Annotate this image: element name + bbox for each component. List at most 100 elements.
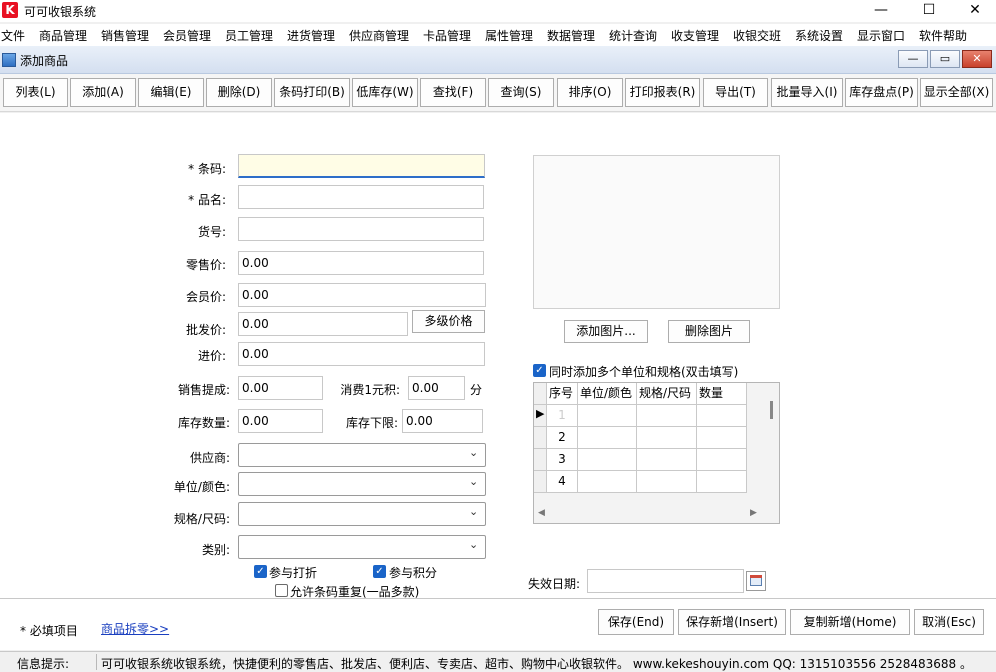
barcode-print-button[interactable]: 条码打印(B) <box>274 78 350 107</box>
menu-suppliers[interactable]: 供应商管理 <box>349 27 409 44</box>
menu-finance[interactable]: 收支管理 <box>671 27 719 44</box>
window-minimize-button[interactable]: — <box>858 0 904 22</box>
commission-label: 销售提成: <box>177 383 230 397</box>
menu-purchase[interactable]: 进货管理 <box>287 27 335 44</box>
spec-size-select[interactable]: ⌄ <box>238 502 486 526</box>
points-checkbox-label: 参与积分 <box>389 566 438 580</box>
unit-color-label: 单位/颜色: <box>173 480 230 494</box>
batch-import-button[interactable]: 批量导入(I) <box>771 78 843 107</box>
menu-shift[interactable]: 收银交班 <box>733 27 781 44</box>
export-button[interactable]: 导出(T) <box>703 78 768 107</box>
grid-row-index[interactable]: 3 <box>547 449 578 471</box>
points-unit-label: 分 <box>470 383 483 397</box>
grid-row-index[interactable]: 2 <box>547 427 578 449</box>
menu-window[interactable]: 显示窗口 <box>857 27 905 44</box>
add-image-button[interactable]: 添加图片... <box>564 320 648 343</box>
menu-file[interactable]: 文件 <box>1 27 25 44</box>
retail-price-input[interactable]: 0.00 <box>238 251 484 275</box>
grid-cell-spec[interactable] <box>637 449 697 471</box>
window-close-button[interactable]: ✕ <box>952 0 996 22</box>
min-stock-input[interactable]: 0.00 <box>402 409 483 433</box>
product-image-box[interactable] <box>533 155 780 309</box>
find-button[interactable]: 查找(F) <box>420 78 486 107</box>
multi-unit-checkbox[interactable]: ✓ <box>533 364 546 377</box>
edit-button[interactable]: 编辑(E) <box>138 78 204 107</box>
name-input[interactable] <box>238 185 484 209</box>
multi-unit-label: 同时添加多个单位和规格(双击填写) <box>549 365 739 379</box>
grid-cell-unit[interactable] <box>578 427 637 449</box>
menu-cards[interactable]: 卡品管理 <box>423 27 471 44</box>
calendar-icon[interactable] <box>746 571 766 591</box>
child-window-bar: 添加商品 — ▭ ✕ <box>0 46 996 74</box>
grid-cell-spec[interactable] <box>637 405 697 427</box>
menu-members[interactable]: 会员管理 <box>163 27 211 44</box>
save-new-button[interactable]: 保存新增(Insert) <box>678 609 786 635</box>
purchase-price-input[interactable]: 0.00 <box>238 342 485 366</box>
grid-cell-unit[interactable] <box>578 471 637 493</box>
commission-input[interactable]: 0.00 <box>238 376 323 400</box>
child-close-button[interactable]: ✕ <box>962 50 992 68</box>
grid-cell-quantity[interactable] <box>697 449 747 471</box>
grid-header-quantity: 数量 <box>697 383 747 405</box>
show-all-button[interactable]: 显示全部(X) <box>920 78 993 107</box>
wholesale-price-input[interactable]: 0.00 <box>238 312 408 336</box>
vertical-scrollbar-thumb[interactable] <box>770 401 773 419</box>
item-number-input[interactable] <box>238 217 484 241</box>
child-minimize-button[interactable]: — <box>898 50 928 68</box>
expire-date-input[interactable] <box>587 569 744 593</box>
grid-cell-spec[interactable] <box>637 471 697 493</box>
delete-image-button[interactable]: 删除图片 <box>668 320 750 343</box>
low-stock-button[interactable]: 低库存(W) <box>352 78 418 107</box>
split-product-link[interactable]: 商品拆零>> <box>101 620 169 637</box>
menu-data[interactable]: 数据管理 <box>547 27 595 44</box>
save-button[interactable]: 保存(End) <box>598 609 674 635</box>
child-restore-button[interactable]: ▭ <box>930 50 960 68</box>
scroll-right-icon[interactable]: ▶ <box>750 508 757 518</box>
supplier-select[interactable]: ⌄ <box>238 443 486 467</box>
grid-cell-quantity[interactable] <box>697 471 747 493</box>
copy-new-button[interactable]: 复制新增(Home) <box>790 609 910 635</box>
menu-goods[interactable]: 商品管理 <box>39 27 87 44</box>
sort-button[interactable]: 排序(O) <box>557 78 623 107</box>
add-button[interactable]: 添加(A) <box>70 78 136 107</box>
cancel-button[interactable]: 取消(Esc) <box>914 609 984 635</box>
grid-cell-spec[interactable] <box>637 427 697 449</box>
grid-cell-quantity[interactable] <box>697 427 747 449</box>
grid-cell-unit[interactable] <box>578 449 637 471</box>
spec-size-label: 规格/尺码: <box>173 512 230 526</box>
multilevel-price-button[interactable]: 多级价格 <box>412 310 485 333</box>
window-maximize-button[interactable]: ☐ <box>906 0 952 22</box>
allow-duplicate-checkbox[interactable] <box>275 584 288 597</box>
menu-help[interactable]: 软件帮助 <box>919 27 967 44</box>
stock-count-button[interactable]: 库存盘点(P) <box>845 78 918 107</box>
menu-staff[interactable]: 员工管理 <box>225 27 273 44</box>
grid-header-spec: 规格/尺码 <box>637 383 697 405</box>
member-price-input[interactable]: 0.00 <box>238 283 486 307</box>
discount-checkbox[interactable]: ✓ <box>254 565 267 578</box>
menu-bar: 文件 商品管理 销售管理 会员管理 员工管理 进货管理 供应商管理 卡品管理 属… <box>0 24 996 46</box>
child-window-title: 添加商品 <box>20 54 69 68</box>
grid-cell-unit[interactable] <box>578 405 637 427</box>
points-rate-input[interactable]: 0.00 <box>408 376 465 400</box>
horizontal-scrollbar[interactable]: ◀ ▶ <box>534 507 779 523</box>
menu-statistics[interactable]: 统计查询 <box>609 27 657 44</box>
print-report-button[interactable]: 打印报表(R) <box>625 78 700 107</box>
member-price-label: 会员价: <box>185 290 226 304</box>
status-bar: 信息提示: 可可收银系统收银系统，快捷便利的零售店、批发店、便利店、专卖店、超市… <box>0 651 996 672</box>
menu-settings[interactable]: 系统设置 <box>795 27 843 44</box>
unit-color-select[interactable]: ⌄ <box>238 472 486 496</box>
list-button[interactable]: 列表(L) <box>3 78 68 107</box>
menu-sales[interactable]: 销售管理 <box>101 27 149 44</box>
stock-quantity-input[interactable]: 0.00 <box>238 409 323 433</box>
grid-row-index[interactable]: 4 <box>547 471 578 493</box>
category-select[interactable]: ⌄ <box>238 535 486 559</box>
query-button[interactable]: 查询(S) <box>488 78 554 107</box>
grid-cell-quantity[interactable] <box>697 405 747 427</box>
menu-attributes[interactable]: 属性管理 <box>485 27 533 44</box>
grid-row-index[interactable]: 1 <box>547 405 578 427</box>
barcode-input[interactable] <box>238 154 485 178</box>
delete-button[interactable]: 删除(D) <box>206 78 272 107</box>
scroll-left-icon[interactable]: ◀ <box>538 508 545 518</box>
chevron-down-icon: ⌄ <box>469 475 479 488</box>
points-checkbox[interactable]: ✓ <box>373 565 386 578</box>
